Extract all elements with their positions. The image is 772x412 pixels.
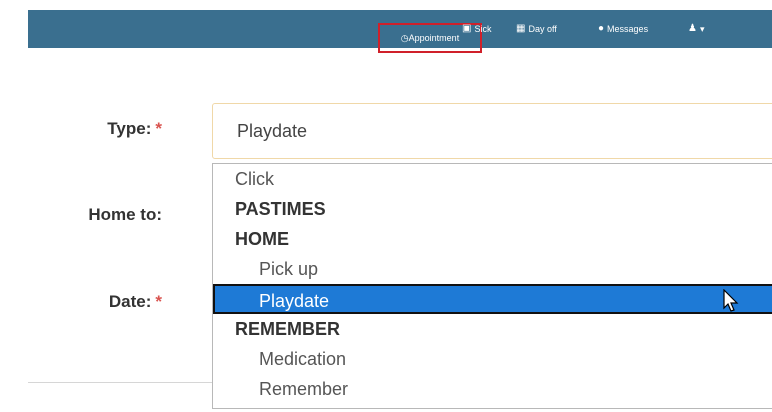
home-to-label-text: Home to:	[88, 205, 162, 224]
user-menu-caret: ▾	[699, 23, 705, 34]
nav-messages-button[interactable]: ● Messages	[598, 10, 648, 48]
nav-dayoff-label: Day off	[528, 24, 557, 34]
nav-sick-button[interactable]: ▣ Sick	[462, 10, 491, 48]
date-label: Date: *	[22, 292, 162, 312]
type-label: Type: *	[22, 119, 162, 139]
form-divider	[28, 382, 212, 383]
chat-bubble-icon: ●	[598, 23, 605, 34]
type-select[interactable]: Playdate	[212, 103, 772, 159]
option-click[interactable]: Click	[213, 164, 772, 194]
top-navbar: ◷ Appointment ▣ Sick ▦ Day off ● Message…	[28, 10, 772, 53]
nav-messages-label: Messages	[607, 24, 649, 34]
calendar-icon: ▦	[516, 23, 526, 34]
nav-appointment-label: Appointment	[408, 33, 460, 43]
type-label-text: Type:	[107, 119, 152, 138]
optgroup-home: HOME	[235, 229, 289, 249]
optgroup-pastimes: PASTIMES	[235, 199, 326, 219]
calendar-sick-icon: ▣	[462, 23, 472, 34]
option-remember[interactable]: Remember	[213, 374, 772, 404]
user-icon: ♟	[688, 23, 697, 34]
home-to-label: Home to:	[22, 205, 162, 225]
nav-sick-label: Sick	[474, 24, 492, 34]
clock-icon: ◷	[400, 32, 409, 43]
option-playdate-selected[interactable]: Playdate	[213, 284, 772, 314]
mouse-cursor-icon	[723, 289, 739, 312]
type-dropdown-list: Click PASTIMES HOME Pick up Playdate REM…	[212, 163, 772, 409]
date-label-text: Date:	[108, 292, 152, 311]
option-medication[interactable]: Medication	[213, 344, 772, 374]
option-pick-up[interactable]: Pick up	[213, 254, 772, 284]
type-select-value: Playdate	[237, 121, 308, 141]
nav-user-menu[interactable]: ♟ ▾	[688, 10, 705, 48]
required-mark: *	[155, 292, 162, 311]
nav-dayoff-button[interactable]: ▦ Day off	[516, 10, 557, 48]
optgroup-remember: REMEMBER	[235, 319, 341, 339]
required-mark: *	[155, 119, 162, 138]
